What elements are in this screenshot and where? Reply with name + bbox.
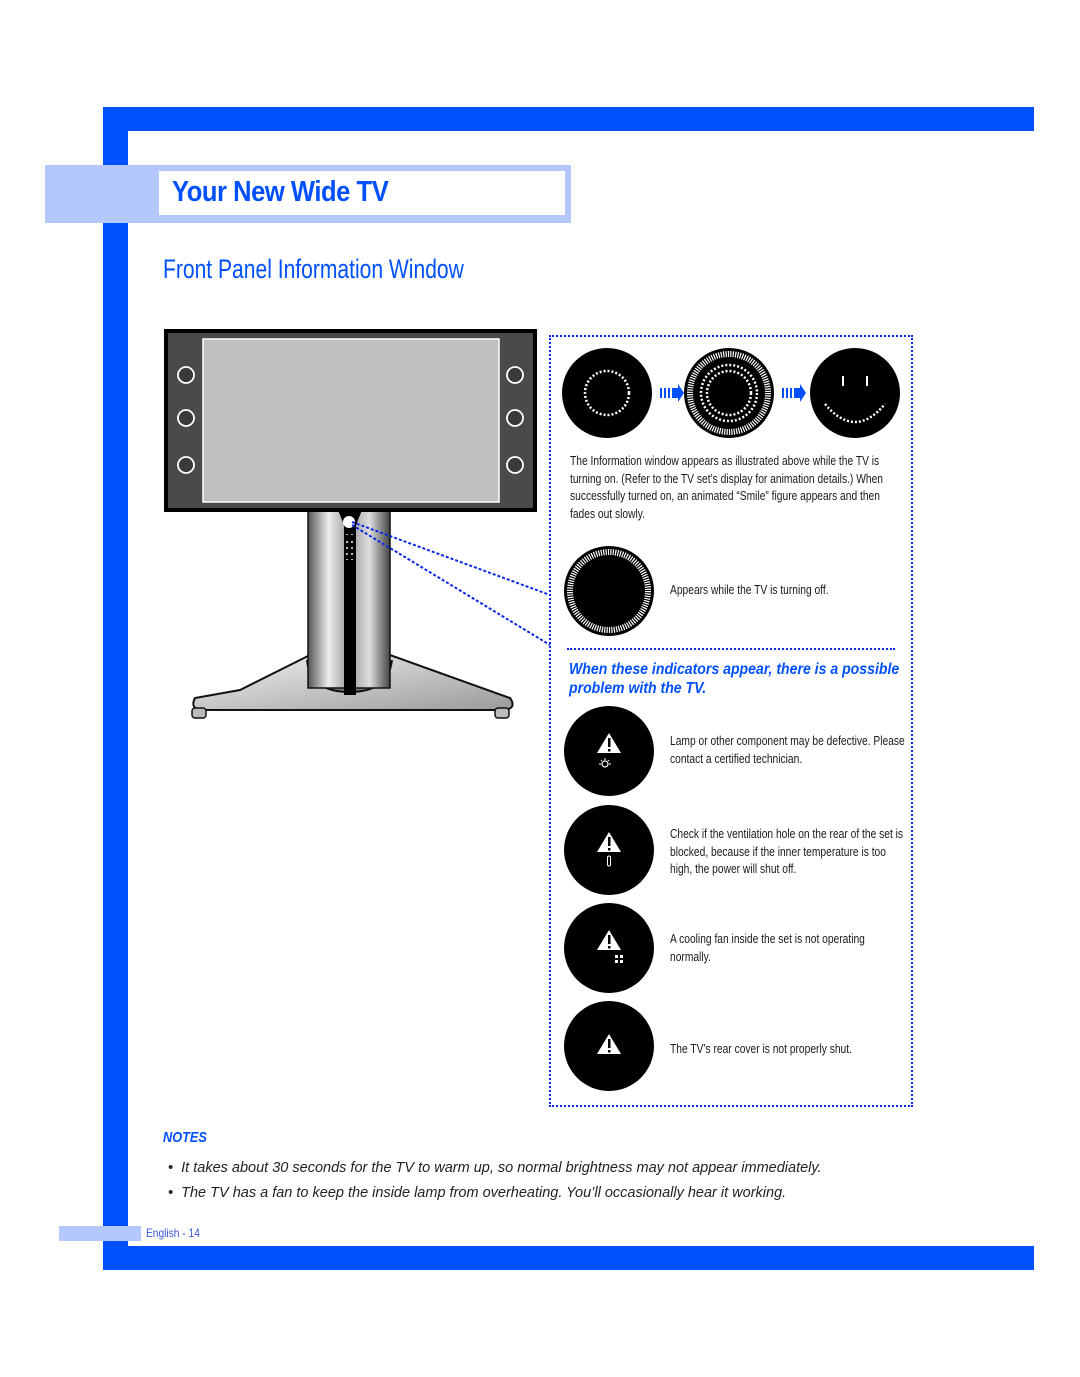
warning-text-fan: A cooling fan inside the set is not oper… (670, 932, 865, 964)
multi-ring-icon (684, 348, 774, 438)
frame-left-bar (103, 107, 128, 1270)
tv-body (164, 329, 537, 512)
warning-text-lamp: Lamp or other component may be defective… (670, 734, 905, 766)
warning-item-fan (563, 902, 655, 999)
tv-screen (202, 338, 500, 503)
note-text: It takes about 30 seconds for the TV to … (181, 1160, 822, 1176)
cover-warning-icon (564, 1001, 654, 1091)
panel-divider (567, 648, 895, 650)
warning-item-lamp (563, 705, 655, 802)
note-text: The TV has a fan to keep the inside lamp… (181, 1185, 787, 1201)
outer-ring-icon (564, 546, 654, 636)
warning-heading: When these indicators appear, there is a… (569, 661, 900, 697)
note-item: • The TV has a fan to keep the inside la… (168, 1185, 786, 1201)
warning-item-cover (563, 1000, 655, 1097)
chapter-title: Your New Wide TV (172, 176, 389, 208)
dotted-ring-icon (562, 348, 652, 438)
tv-illustration (164, 329, 551, 719)
fan-warning-icon (564, 903, 654, 993)
note-item: • It takes about 30 seconds for the TV t… (168, 1160, 822, 1176)
warning-text-cover: The TV’s rear cover is not properly shut… (670, 1042, 852, 1056)
footer-band (59, 1226, 141, 1241)
warning-text-temperature: Check if the ventilation hole on the rea… (670, 827, 904, 876)
smile-face-icon (810, 348, 900, 438)
lamp-warning-icon (564, 706, 654, 796)
bullet: • (168, 1185, 182, 1201)
shutdown-description: Appears while the TV is turning off. (670, 583, 829, 597)
frame-bottom-bar (103, 1246, 1034, 1270)
frame-top-bar (103, 107, 1034, 131)
warning-item-temperature (563, 804, 655, 901)
temperature-warning-icon (564, 805, 654, 895)
page-number: English - 14 (146, 1226, 200, 1240)
arrow-right-icon (782, 384, 806, 402)
startup-description: The Information window appears as illust… (570, 454, 883, 521)
tv-pillar (307, 509, 391, 695)
arrow-right-icon (660, 384, 684, 402)
section-title: Front Panel Information Window (163, 254, 464, 284)
notes-title: NOTES (163, 1129, 207, 1146)
startup-sequence (562, 348, 900, 438)
bullet: • (168, 1160, 182, 1176)
